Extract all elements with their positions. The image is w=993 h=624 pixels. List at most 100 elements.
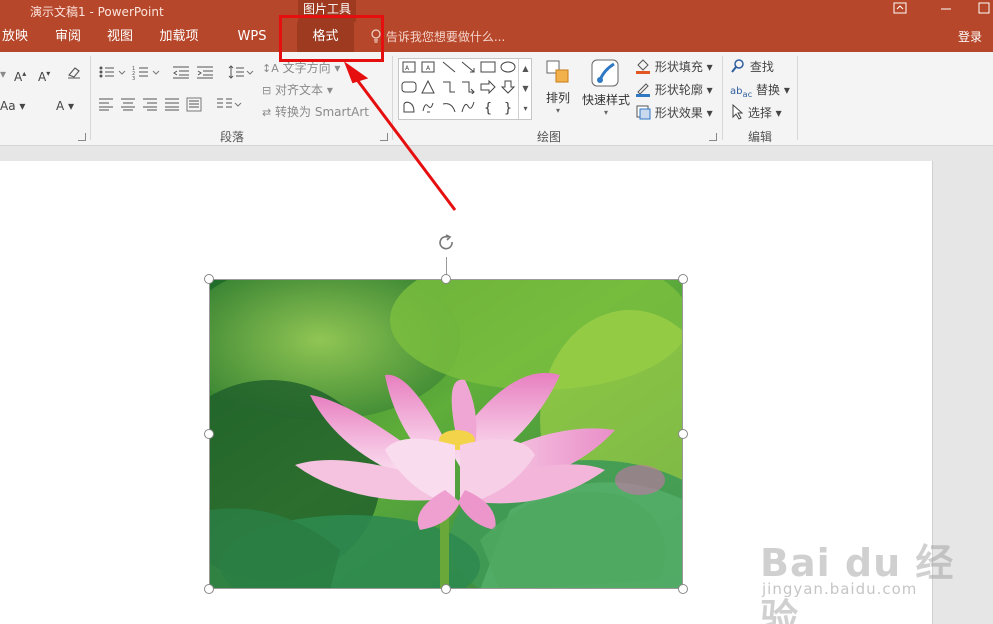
tab-addins[interactable]: 加载项 xyxy=(158,22,200,52)
convert-smartart-button[interactable]: ⇄ 转换为 SmartArt xyxy=(262,102,369,122)
select-button[interactable]: 选择 ▾ xyxy=(730,103,782,123)
pen-outline-icon xyxy=(636,83,650,97)
ribbon-separator xyxy=(797,56,798,140)
decrease-indent-icon[interactable] xyxy=(172,64,190,84)
gallery-scroll-up[interactable]: ▲ xyxy=(518,59,532,79)
textbox-shape-icon[interactable]: A xyxy=(400,60,418,78)
freeform-shape-icon[interactable] xyxy=(400,100,418,118)
rotate-icon[interactable] xyxy=(437,234,457,256)
ribbon-display-options-button[interactable] xyxy=(890,2,910,18)
resize-handle-right[interactable] xyxy=(678,429,688,439)
cursor-arrow-icon xyxy=(732,103,744,120)
rectangle-shape-icon[interactable] xyxy=(479,60,497,78)
triangle-shape-icon[interactable] xyxy=(419,79,437,98)
shape-outline-label: 形状轮廓 xyxy=(654,83,703,97)
numbering-icon[interactable]: 123 xyxy=(132,64,162,84)
resize-handle-top[interactable] xyxy=(441,274,451,284)
editing-group-label: 编辑 xyxy=(748,130,773,144)
arrow-line-shape-icon[interactable] xyxy=(459,60,477,78)
tell-me-placeholder: 告诉我您想要做什么... xyxy=(385,30,506,44)
shape-outline-button[interactable]: 形状轮廓 ▾ xyxy=(635,80,713,100)
arc-shape-icon[interactable] xyxy=(440,100,458,118)
increase-indent-icon[interactable] xyxy=(196,64,214,84)
decrease-font-icon[interactable]: A▾ xyxy=(38,64,50,84)
font-size-dropdown[interactable]: ▾ xyxy=(0,64,6,84)
rounded-rectangle-shape-icon[interactable] xyxy=(400,80,418,98)
distributed-icon[interactable] xyxy=(186,96,202,116)
paragraph-group-launcher[interactable] xyxy=(380,133,388,141)
resize-handle-bottom[interactable] xyxy=(441,584,451,594)
shapes-gallery[interactable]: A A { } ▲ ▼ ▾ xyxy=(398,58,532,120)
line-spacing-icon-glyph xyxy=(228,65,254,79)
right-arrow-shape-icon[interactable] xyxy=(479,79,497,98)
bullets-list-icon xyxy=(99,66,126,78)
align-center-glyph xyxy=(121,98,135,111)
tab-slideshow[interactable]: 放映 xyxy=(0,22,30,52)
find-button[interactable]: 查找 xyxy=(730,57,774,77)
align-text-button[interactable]: ⊟ 对齐文本 ▾ xyxy=(262,80,333,100)
justify-icon[interactable] xyxy=(164,96,180,116)
columns-icon[interactable] xyxy=(216,96,242,116)
ribbon-separator xyxy=(90,56,91,140)
resize-handle-top-left[interactable] xyxy=(204,274,214,284)
tab-wps-pdf[interactable]: WPS PDF xyxy=(224,22,280,74)
gallery-more[interactable]: ▾ xyxy=(518,99,532,119)
quick-styles-button[interactable]: 快速样式 ▾ xyxy=(580,58,632,117)
quick-styles-label: 快速样式 xyxy=(581,93,630,107)
tell-me-search[interactable]: 告诉我您想要做什么... xyxy=(370,22,505,52)
right-brace-shape-icon[interactable]: } xyxy=(499,100,517,118)
drawing-group-launcher[interactable] xyxy=(709,133,717,141)
svg-text:A: A xyxy=(426,65,431,72)
resize-handle-bottom-left[interactable] xyxy=(204,584,214,594)
elbow-arrow-shape-icon[interactable] xyxy=(459,80,477,98)
align-center-icon[interactable] xyxy=(120,96,136,116)
indent-icon xyxy=(197,66,213,79)
shape-effects-label: 形状效果 xyxy=(654,106,703,120)
replace-button[interactable]: abac 替换 ▾ xyxy=(730,80,790,100)
minimize-button[interactable] xyxy=(936,0,956,16)
font-group-launcher[interactable] xyxy=(78,133,86,141)
replace-label: 替换 xyxy=(756,83,781,97)
justify-glyph xyxy=(165,98,179,111)
maximize-button[interactable] xyxy=(975,0,993,18)
gallery-scroll-down[interactable]: ▼ xyxy=(518,79,532,99)
align-right-glyph xyxy=(143,98,157,111)
tab-view[interactable]: 视图 xyxy=(106,22,134,52)
tab-review[interactable]: 审阅 xyxy=(52,22,84,52)
ribbon-separator xyxy=(392,56,393,140)
align-left-icon[interactable] xyxy=(98,96,114,116)
scribble-shape-icon[interactable] xyxy=(419,100,437,118)
sign-in-link[interactable]: 登录 xyxy=(958,22,982,52)
document-title: 演示文稿1 - PowerPoint xyxy=(30,5,164,19)
oval-shape-icon[interactable] xyxy=(499,60,517,78)
change-case-icon[interactable]: Aa ▾ xyxy=(0,96,25,116)
left-brace-shape-icon[interactable]: { xyxy=(479,100,497,118)
ribbon: ▾ A▴ A▾ Aa ▾ A ▾ 123 ↕A 文字方向 ▾ ⊟ 对齐文本 ▾ xyxy=(0,52,993,146)
shape-fill-button[interactable]: 形状填充 ▾ xyxy=(635,57,713,77)
drawing-group-label: 绘图 xyxy=(537,130,562,144)
lotus-image xyxy=(210,280,682,588)
elbow-connector-shape-icon[interactable] xyxy=(440,80,458,98)
resize-handle-left[interactable] xyxy=(204,429,214,439)
line-shape-icon[interactable] xyxy=(440,60,458,78)
resize-handle-bottom-right[interactable] xyxy=(678,584,688,594)
clear-formatting-icon[interactable] xyxy=(66,64,82,84)
highlight-box xyxy=(279,15,384,62)
lotus-picture[interactable] xyxy=(209,279,683,589)
resize-handle-top-right[interactable] xyxy=(678,274,688,284)
vertical-textbox-shape-icon[interactable]: A xyxy=(419,60,437,78)
shape-effects-button[interactable]: 形状效果 ▾ xyxy=(635,103,713,123)
watermark-url: jingyan.baidu.com xyxy=(762,580,918,598)
arrange-button[interactable]: 排列 ▾ xyxy=(541,58,575,115)
line-spacing-icon[interactable] xyxy=(228,64,254,84)
down-arrow-shape-icon[interactable] xyxy=(499,80,517,98)
increase-font-icon[interactable]: A▴ xyxy=(14,64,26,84)
font-color-icon[interactable]: A ▾ xyxy=(56,96,74,116)
outdent-icon xyxy=(173,66,189,79)
bullets-icon[interactable] xyxy=(98,64,128,84)
replace-icon: abac xyxy=(730,86,753,99)
curve-shape-icon[interactable] xyxy=(459,100,477,118)
arrange-icon xyxy=(546,60,569,83)
align-right-icon[interactable] xyxy=(142,96,158,116)
shape-fill-label: 形状填充 xyxy=(654,60,703,74)
